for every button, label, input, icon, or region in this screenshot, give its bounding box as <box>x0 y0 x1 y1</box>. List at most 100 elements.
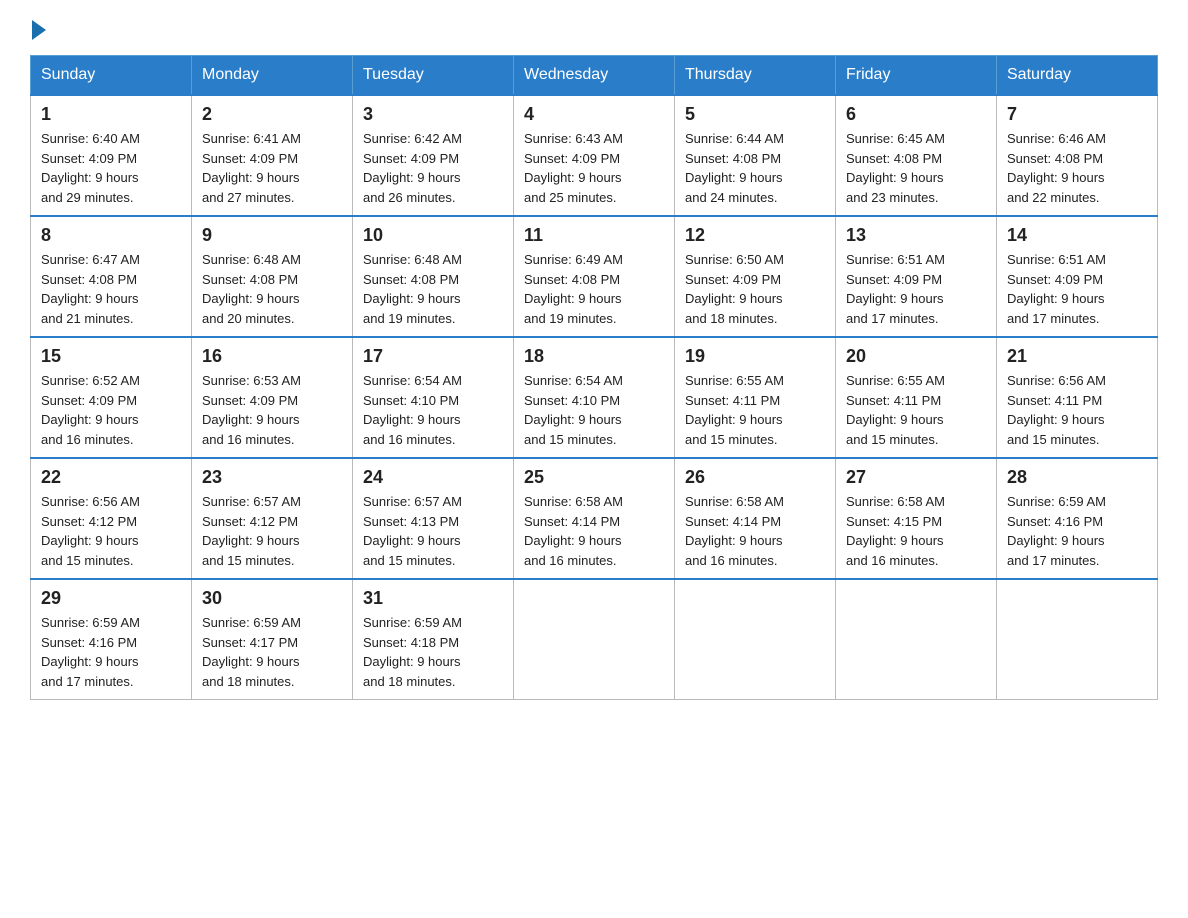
day-info: Sunrise: 6:51 AM Sunset: 4:09 PM Dayligh… <box>846 250 986 328</box>
col-friday: Friday <box>836 56 997 96</box>
table-row: 18 Sunrise: 6:54 AM Sunset: 4:10 PM Dayl… <box>514 337 675 458</box>
day-number: 16 <box>202 346 342 367</box>
col-wednesday: Wednesday <box>514 56 675 96</box>
day-info: Sunrise: 6:50 AM Sunset: 4:09 PM Dayligh… <box>685 250 825 328</box>
day-number: 19 <box>685 346 825 367</box>
table-row: 15 Sunrise: 6:52 AM Sunset: 4:09 PM Dayl… <box>31 337 192 458</box>
table-row: 8 Sunrise: 6:47 AM Sunset: 4:08 PM Dayli… <box>31 216 192 337</box>
day-number: 2 <box>202 104 342 125</box>
table-row: 5 Sunrise: 6:44 AM Sunset: 4:08 PM Dayli… <box>675 95 836 216</box>
day-number: 15 <box>41 346 181 367</box>
day-number: 13 <box>846 225 986 246</box>
table-row: 9 Sunrise: 6:48 AM Sunset: 4:08 PM Dayli… <box>192 216 353 337</box>
day-info: Sunrise: 6:59 AM Sunset: 4:16 PM Dayligh… <box>41 613 181 691</box>
day-info: Sunrise: 6:52 AM Sunset: 4:09 PM Dayligh… <box>41 371 181 449</box>
table-row: 7 Sunrise: 6:46 AM Sunset: 4:08 PM Dayli… <box>997 95 1158 216</box>
table-row: 6 Sunrise: 6:45 AM Sunset: 4:08 PM Dayli… <box>836 95 997 216</box>
day-number: 8 <box>41 225 181 246</box>
table-row: 4 Sunrise: 6:43 AM Sunset: 4:09 PM Dayli… <box>514 95 675 216</box>
calendar-week-row: 15 Sunrise: 6:52 AM Sunset: 4:09 PM Dayl… <box>31 337 1158 458</box>
day-number: 26 <box>685 467 825 488</box>
day-info: Sunrise: 6:51 AM Sunset: 4:09 PM Dayligh… <box>1007 250 1147 328</box>
logo-arrow-icon <box>32 20 46 40</box>
day-info: Sunrise: 6:59 AM Sunset: 4:18 PM Dayligh… <box>363 613 503 691</box>
day-info: Sunrise: 6:43 AM Sunset: 4:09 PM Dayligh… <box>524 129 664 207</box>
day-info: Sunrise: 6:48 AM Sunset: 4:08 PM Dayligh… <box>202 250 342 328</box>
day-number: 18 <box>524 346 664 367</box>
day-info: Sunrise: 6:59 AM Sunset: 4:16 PM Dayligh… <box>1007 492 1147 570</box>
table-row <box>675 579 836 700</box>
day-info: Sunrise: 6:59 AM Sunset: 4:17 PM Dayligh… <box>202 613 342 691</box>
table-row <box>514 579 675 700</box>
day-info: Sunrise: 6:45 AM Sunset: 4:08 PM Dayligh… <box>846 129 986 207</box>
day-number: 31 <box>363 588 503 609</box>
calendar-table: Sunday Monday Tuesday Wednesday Thursday… <box>30 55 1158 700</box>
day-info: Sunrise: 6:58 AM Sunset: 4:15 PM Dayligh… <box>846 492 986 570</box>
day-info: Sunrise: 6:42 AM Sunset: 4:09 PM Dayligh… <box>363 129 503 207</box>
table-row: 20 Sunrise: 6:55 AM Sunset: 4:11 PM Dayl… <box>836 337 997 458</box>
day-number: 11 <box>524 225 664 246</box>
calendar-header-row: Sunday Monday Tuesday Wednesday Thursday… <box>31 56 1158 96</box>
table-row: 12 Sunrise: 6:50 AM Sunset: 4:09 PM Dayl… <box>675 216 836 337</box>
day-number: 4 <box>524 104 664 125</box>
day-number: 14 <box>1007 225 1147 246</box>
table-row: 16 Sunrise: 6:53 AM Sunset: 4:09 PM Dayl… <box>192 337 353 458</box>
day-info: Sunrise: 6:48 AM Sunset: 4:08 PM Dayligh… <box>363 250 503 328</box>
day-number: 21 <box>1007 346 1147 367</box>
day-number: 6 <box>846 104 986 125</box>
day-number: 22 <box>41 467 181 488</box>
day-number: 1 <box>41 104 181 125</box>
day-number: 28 <box>1007 467 1147 488</box>
table-row: 29 Sunrise: 6:59 AM Sunset: 4:16 PM Dayl… <box>31 579 192 700</box>
day-info: Sunrise: 6:47 AM Sunset: 4:08 PM Dayligh… <box>41 250 181 328</box>
day-info: Sunrise: 6:46 AM Sunset: 4:08 PM Dayligh… <box>1007 129 1147 207</box>
calendar-week-row: 29 Sunrise: 6:59 AM Sunset: 4:16 PM Dayl… <box>31 579 1158 700</box>
day-number: 30 <box>202 588 342 609</box>
table-row <box>997 579 1158 700</box>
col-monday: Monday <box>192 56 353 96</box>
table-row <box>836 579 997 700</box>
day-number: 27 <box>846 467 986 488</box>
table-row: 21 Sunrise: 6:56 AM Sunset: 4:11 PM Dayl… <box>997 337 1158 458</box>
table-row: 27 Sunrise: 6:58 AM Sunset: 4:15 PM Dayl… <box>836 458 997 579</box>
day-info: Sunrise: 6:55 AM Sunset: 4:11 PM Dayligh… <box>846 371 986 449</box>
table-row: 26 Sunrise: 6:58 AM Sunset: 4:14 PM Dayl… <box>675 458 836 579</box>
col-saturday: Saturday <box>997 56 1158 96</box>
table-row: 17 Sunrise: 6:54 AM Sunset: 4:10 PM Dayl… <box>353 337 514 458</box>
table-row: 22 Sunrise: 6:56 AM Sunset: 4:12 PM Dayl… <box>31 458 192 579</box>
day-info: Sunrise: 6:57 AM Sunset: 4:12 PM Dayligh… <box>202 492 342 570</box>
day-number: 7 <box>1007 104 1147 125</box>
day-number: 9 <box>202 225 342 246</box>
day-info: Sunrise: 6:49 AM Sunset: 4:08 PM Dayligh… <box>524 250 664 328</box>
day-info: Sunrise: 6:54 AM Sunset: 4:10 PM Dayligh… <box>363 371 503 449</box>
day-info: Sunrise: 6:58 AM Sunset: 4:14 PM Dayligh… <box>685 492 825 570</box>
day-number: 3 <box>363 104 503 125</box>
day-info: Sunrise: 6:56 AM Sunset: 4:11 PM Dayligh… <box>1007 371 1147 449</box>
page-header <box>30 20 1158 35</box>
table-row: 14 Sunrise: 6:51 AM Sunset: 4:09 PM Dayl… <box>997 216 1158 337</box>
day-number: 5 <box>685 104 825 125</box>
day-number: 25 <box>524 467 664 488</box>
day-info: Sunrise: 6:40 AM Sunset: 4:09 PM Dayligh… <box>41 129 181 207</box>
col-thursday: Thursday <box>675 56 836 96</box>
logo-text <box>30 20 48 40</box>
day-info: Sunrise: 6:44 AM Sunset: 4:08 PM Dayligh… <box>685 129 825 207</box>
table-row: 19 Sunrise: 6:55 AM Sunset: 4:11 PM Dayl… <box>675 337 836 458</box>
day-number: 29 <box>41 588 181 609</box>
table-row: 30 Sunrise: 6:59 AM Sunset: 4:17 PM Dayl… <box>192 579 353 700</box>
table-row: 11 Sunrise: 6:49 AM Sunset: 4:08 PM Dayl… <box>514 216 675 337</box>
day-info: Sunrise: 6:54 AM Sunset: 4:10 PM Dayligh… <box>524 371 664 449</box>
day-info: Sunrise: 6:53 AM Sunset: 4:09 PM Dayligh… <box>202 371 342 449</box>
calendar-week-row: 1 Sunrise: 6:40 AM Sunset: 4:09 PM Dayli… <box>31 95 1158 216</box>
table-row: 1 Sunrise: 6:40 AM Sunset: 4:09 PM Dayli… <box>31 95 192 216</box>
day-number: 20 <box>846 346 986 367</box>
day-info: Sunrise: 6:55 AM Sunset: 4:11 PM Dayligh… <box>685 371 825 449</box>
table-row: 25 Sunrise: 6:58 AM Sunset: 4:14 PM Dayl… <box>514 458 675 579</box>
calendar-week-row: 8 Sunrise: 6:47 AM Sunset: 4:08 PM Dayli… <box>31 216 1158 337</box>
col-sunday: Sunday <box>31 56 192 96</box>
logo <box>30 20 48 35</box>
table-row: 10 Sunrise: 6:48 AM Sunset: 4:08 PM Dayl… <box>353 216 514 337</box>
col-tuesday: Tuesday <box>353 56 514 96</box>
day-number: 12 <box>685 225 825 246</box>
day-number: 24 <box>363 467 503 488</box>
